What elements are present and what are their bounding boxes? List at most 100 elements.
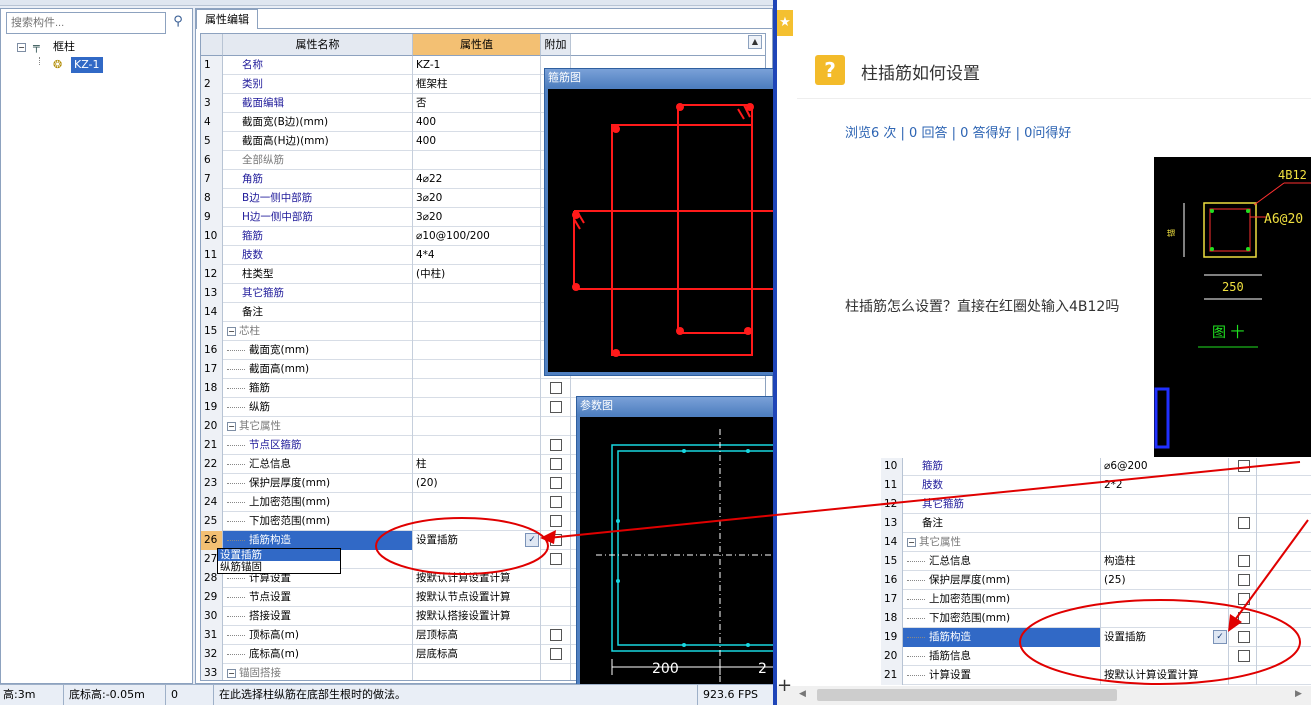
property-value-cell[interactable] xyxy=(1101,609,1229,628)
property-value-cell[interactable] xyxy=(1101,495,1229,514)
option-rebar-anchor[interactable]: 纵筋锚固 xyxy=(218,561,340,573)
attach-checkbox[interactable] xyxy=(550,382,562,394)
table-row[interactable]: 10 箍筋 ⌀6@200 xyxy=(881,458,1311,476)
group-toggle-icon[interactable]: − xyxy=(907,537,916,547)
property-value-cell[interactable]: 3⌀20 xyxy=(413,208,541,227)
attach-checkbox[interactable] xyxy=(550,401,562,413)
attach-checkbox[interactable] xyxy=(550,458,562,470)
property-value-cell[interactable]: 设置插筋 ✓ xyxy=(413,531,541,550)
group-toggle-icon[interactable]: − xyxy=(227,326,236,336)
add-icon[interactable]: + xyxy=(777,676,792,696)
property-value-cell[interactable]: ⌀10@100/200 xyxy=(413,227,541,246)
table-row[interactable]: 17 上加密范围(mm) xyxy=(881,590,1311,609)
property-value-cell[interactable]: 400 xyxy=(413,132,541,151)
table-row[interactable]: 14− 其它属性 xyxy=(881,533,1311,552)
property-value-cell[interactable] xyxy=(413,379,541,398)
tree-root-label[interactable]: 框柱 xyxy=(53,39,75,55)
option-set-dowel[interactable]: 设置插筋 xyxy=(218,549,340,561)
search-input[interactable] xyxy=(6,12,166,34)
property-value-cell[interactable]: 4⌀22 xyxy=(413,170,541,189)
property-value-cell[interactable]: KZ-1 xyxy=(413,56,541,75)
question-stats[interactable]: 浏览6 次 | 0 回答 | 0 答得好 | 0问得好 xyxy=(845,122,1071,141)
property-value-cell[interactable]: 4*4 xyxy=(413,246,541,265)
table-row[interactable]: 21 计算设置 按默认计算设置计算 xyxy=(881,666,1311,685)
scroll-up-icon[interactable]: ▲ xyxy=(748,35,762,49)
property-value-cell[interactable] xyxy=(413,417,541,436)
property-value-cell[interactable]: 设置插筋 ✓ xyxy=(1101,628,1229,647)
attach-checkbox[interactable] xyxy=(1238,593,1250,605)
table-row[interactable]: 13 备注 xyxy=(881,514,1311,533)
attach-checkbox[interactable] xyxy=(1238,631,1250,643)
property-value-cell[interactable] xyxy=(1101,590,1229,609)
property-value-cell[interactable]: 否 xyxy=(413,94,541,113)
attach-checkbox[interactable] xyxy=(550,629,562,641)
tab-property-edit[interactable]: 属性编辑 xyxy=(196,9,258,29)
horizontal-scrollbar[interactable]: ◀ ▶ xyxy=(777,686,1311,705)
combo-dropdown-icon[interactable]: ✓ xyxy=(525,533,539,547)
property-value-cell[interactable] xyxy=(413,436,541,455)
attach-checkbox[interactable] xyxy=(550,534,562,546)
property-value-cell[interactable] xyxy=(413,284,541,303)
attach-checkbox[interactable] xyxy=(550,648,562,660)
attach-checkbox[interactable] xyxy=(1238,574,1250,586)
group-toggle-icon[interactable]: − xyxy=(227,421,236,431)
star-icon[interactable]: ★ xyxy=(777,10,793,36)
stirrup-diagram-pane[interactable]: 箍筋图 xyxy=(544,68,775,376)
attach-checkbox[interactable] xyxy=(1238,555,1250,567)
property-value-cell[interactable] xyxy=(1101,514,1229,533)
attach-checkbox[interactable] xyxy=(550,553,562,565)
property-value-cell[interactable]: 2*2 xyxy=(1101,476,1229,495)
attach-checkbox[interactable] xyxy=(1238,650,1250,662)
tree-collapse-toggle[interactable]: − xyxy=(17,43,26,52)
attach-checkbox[interactable] xyxy=(550,477,562,489)
tree-item-kz1[interactable]: KZ-1 xyxy=(71,57,103,73)
property-value-cell[interactable] xyxy=(413,303,541,322)
property-value-cell[interactable] xyxy=(413,493,541,512)
property-value-cell[interactable]: 按默认计算设置计算 xyxy=(413,569,541,588)
table-row[interactable]: 18 下加密范围(mm) xyxy=(881,609,1311,628)
property-value-cell[interactable]: (25) xyxy=(1101,571,1229,590)
property-value-cell[interactable]: (20) xyxy=(413,474,541,493)
property-value-cell[interactable]: 按默认计算设置计算 xyxy=(1101,666,1229,685)
property-value-cell[interactable] xyxy=(413,398,541,417)
attach-checkbox[interactable] xyxy=(1238,612,1250,624)
property-value-cell[interactable] xyxy=(1101,533,1229,552)
property-value-cell[interactable] xyxy=(413,360,541,379)
property-value-cell[interactable]: ⌀6@200 xyxy=(1101,458,1229,476)
property-value-cell[interactable]: 400 xyxy=(413,113,541,132)
property-value-cell[interactable]: 柱 xyxy=(413,455,541,474)
table-row[interactable]: 11 肢数 2*2 xyxy=(881,476,1311,495)
property-value-cell[interactable]: 层底标高 xyxy=(413,645,541,664)
scroll-left-icon[interactable]: ◀ xyxy=(799,689,806,699)
property-value-cell[interactable]: 3⌀20 xyxy=(413,189,541,208)
property-value-cell[interactable] xyxy=(413,322,541,341)
table-row[interactable]: 20 插筋信息 xyxy=(881,647,1311,666)
combo-dropdown-icon[interactable]: ✓ xyxy=(1213,630,1227,644)
property-value-cell[interactable]: 构造柱 xyxy=(1101,552,1229,571)
property-value-cell[interactable] xyxy=(413,151,541,170)
property-value-cell[interactable] xyxy=(1101,647,1229,666)
table-row[interactable]: 12 其它箍筋 xyxy=(881,495,1311,514)
attach-checkbox[interactable] xyxy=(1238,460,1250,472)
attach-checkbox[interactable] xyxy=(550,515,562,527)
construction-dropdown-list[interactable]: 设置插筋 纵筋锚固 xyxy=(217,548,341,574)
group-toggle-icon[interactable]: − xyxy=(227,668,236,678)
scroll-right-icon[interactable]: ▶ xyxy=(1295,689,1302,699)
table-row[interactable]: 19 插筋构造 设置插筋 ✓ xyxy=(881,628,1311,647)
parameter-diagram-pane[interactable]: 参数图 200 2 xyxy=(576,396,775,688)
property-value-cell[interactable]: 按默认搭接设置计算 xyxy=(413,607,541,626)
scrollbar-thumb[interactable] xyxy=(817,689,1117,701)
property-value-cell[interactable]: 框架柱 xyxy=(413,75,541,94)
property-value-cell[interactable]: 层顶标高 xyxy=(413,626,541,645)
property-value-cell[interactable] xyxy=(413,512,541,531)
search-icon[interactable]: ⚲ xyxy=(169,14,187,32)
property-value-cell[interactable]: 按默认节点设置计算 xyxy=(413,588,541,607)
property-value-cell[interactable]: (中柱) xyxy=(413,265,541,284)
attach-checkbox[interactable] xyxy=(550,439,562,451)
table-row[interactable]: 15 汇总信息 构造柱 xyxy=(881,552,1311,571)
property-value-cell[interactable] xyxy=(413,550,541,569)
property-value-cell[interactable] xyxy=(413,664,541,680)
table-row[interactable]: 16 保护层厚度(mm) (25) xyxy=(881,571,1311,590)
property-value-cell[interactable] xyxy=(413,341,541,360)
attach-checkbox[interactable] xyxy=(1238,517,1250,529)
